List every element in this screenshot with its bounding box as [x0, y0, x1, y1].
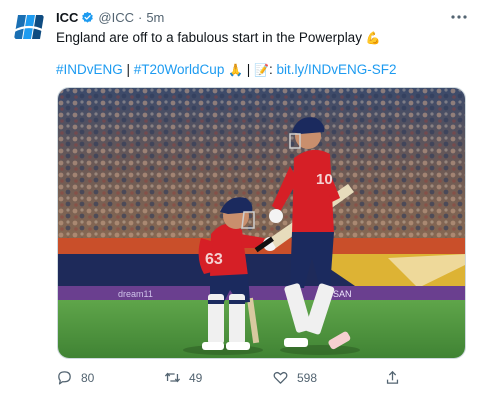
hashtag-separator-2: | — [243, 62, 255, 77]
board-text-1: dream11 — [118, 289, 153, 299]
tweet-timestamp[interactable]: 5m — [146, 10, 164, 25]
reply-count: 80 — [81, 370, 95, 385]
reply-button[interactable]: 80 — [56, 369, 94, 386]
flexed-biceps-emoji: 💪 — [365, 31, 381, 45]
hashtag-t20worldcup[interactable]: #T20WorldCup — [134, 62, 225, 77]
share-button[interactable] — [384, 369, 409, 386]
memo-emoji: 📝 — [254, 63, 270, 77]
tweet-media-photo[interactable]: dream11 NISSAN 63 10 — [57, 87, 466, 359]
jersey-number-left: 63 — [205, 251, 223, 268]
share-icon — [386, 370, 399, 384]
retweet-button[interactable]: 49 — [164, 369, 202, 386]
tweet-link[interactable]: bit.ly/INDvENG-SF2 — [277, 62, 397, 77]
jersey-number-right: 10 — [316, 171, 333, 188]
tweet-hashtags-line: #INDvENG | #T20WorldCup 🙏 | 📝: bit.ly/IN… — [56, 62, 397, 77]
more-icon[interactable] — [448, 8, 470, 26]
verified-badge-icon — [82, 11, 94, 23]
author-handle[interactable]: @ICC — [98, 10, 134, 25]
like-button[interactable]: 598 — [272, 369, 317, 386]
reply-icon — [58, 371, 71, 385]
tweet-actions: 80 49 598 — [56, 369, 416, 389]
tweet-card[interactable]: ICC @ICC · 5m England are off to a fabul… — [0, 0, 478, 400]
hashtag-indveng[interactable]: #INDvENG — [56, 62, 123, 77]
retweet-icon — [164, 372, 181, 383]
retweet-count: 49 — [189, 370, 203, 385]
tweet-header: ICC @ICC · 5m — [56, 10, 164, 25]
author-name[interactable]: ICC — [56, 10, 78, 25]
heart-icon — [273, 371, 288, 384]
hashtag-separator: | — [122, 62, 134, 77]
cricket-photo: dream11 NISSAN 63 10 — [58, 88, 465, 358]
link-colon: : — [269, 62, 277, 77]
folded-hands-emoji: 🙏 — [228, 63, 244, 77]
icc-logo-icon — [11, 9, 47, 45]
header-separator: · — [137, 10, 143, 25]
avatar[interactable] — [11, 9, 47, 45]
tweet-text-content: England are off to a fabulous start in t… — [56, 30, 362, 45]
like-count: 598 — [297, 370, 318, 385]
tweet-text: England are off to a fabulous start in t… — [56, 30, 381, 45]
